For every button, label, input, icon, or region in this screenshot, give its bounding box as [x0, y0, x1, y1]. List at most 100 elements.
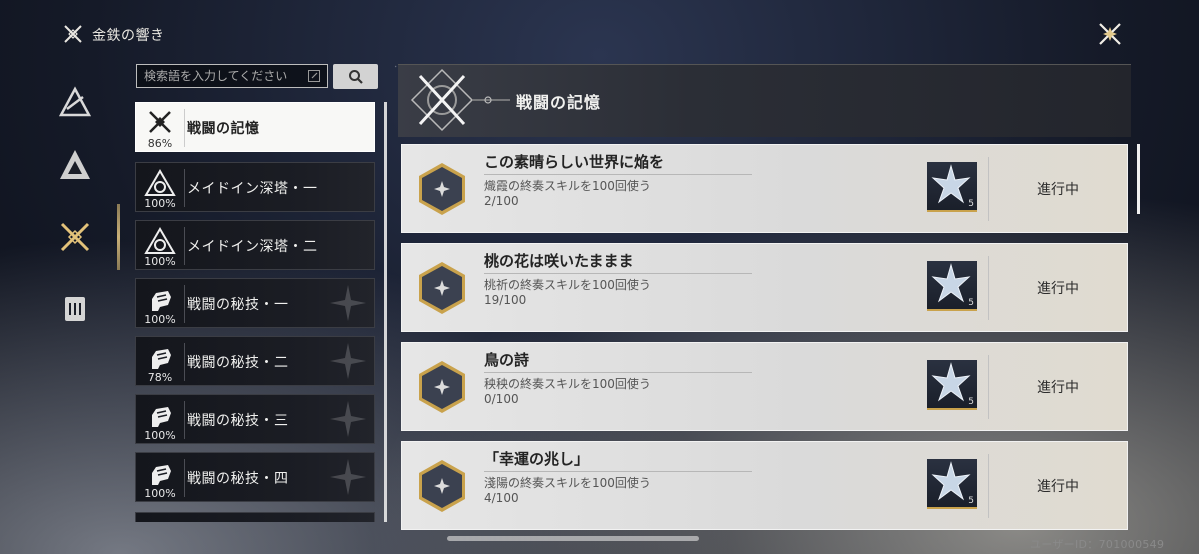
achievement-badge-icon [419, 361, 465, 413]
category-label: 戦闘の秘技・二 [187, 355, 289, 371]
triangle-blade-icon [58, 86, 92, 117]
category-item[interactable]: 100% 戦闘の秘技・一 [135, 278, 375, 328]
achievement-status: 進行中 [1037, 281, 1079, 297]
achievement-divider [484, 273, 752, 274]
reward-count: 5 [968, 397, 974, 407]
tower-emblem-icon [144, 169, 176, 196]
reward-count: 5 [968, 496, 974, 506]
achievement-divider [484, 471, 752, 472]
fist-icon [152, 291, 171, 311]
reward-item[interactable]: 5 [927, 162, 977, 212]
crossed-swords-icon [60, 222, 90, 252]
category-item-partial[interactable] [135, 512, 375, 522]
category-progress: 100% [144, 313, 176, 326]
achievement-title: 鳥の詩 [484, 351, 530, 369]
tower-emblem-icon [144, 227, 176, 254]
achievement-desc: 淺陽の終奏スキルを100回使う [484, 476, 651, 490]
category-label: 戦闘の記憶 [187, 121, 260, 137]
achievement-desc: 秧秧の終奏スキルを100回使う [484, 377, 651, 391]
achievement-scrollbar[interactable] [1137, 144, 1140, 214]
reward-item[interactable]: 5 [927, 261, 977, 311]
fist-icon [152, 407, 171, 427]
reward-item[interactable]: 5 [927, 459, 977, 509]
achievement-progress: 19/100 [484, 293, 527, 307]
user-id: ユーザーID：701000549 [1030, 538, 1165, 551]
achievement-progress: 2/100 [484, 194, 519, 208]
nav-item-4[interactable] [52, 286, 98, 332]
search-button[interactable] [333, 64, 378, 89]
category-divider [184, 169, 185, 207]
achievement-card[interactable]: 桃の花は咲いたままま 桃祈の終奏スキルを100回使う 19/100 5 進行中 [401, 243, 1128, 332]
category-divider [184, 109, 185, 147]
category-item[interactable]: 86% 戦闘の記憶 [135, 102, 375, 152]
achievement-title: この素晴らしい世界に焔を [484, 153, 665, 171]
compass-deco-icon [330, 285, 366, 321]
category-divider [184, 227, 185, 265]
category-list: 86% 戦闘の記憶 100% メイドイン深塔・一 100% メイドイン深塔・二 … [135, 102, 377, 522]
category-progress: 100% [144, 197, 176, 210]
category-item[interactable]: 100% 戦闘の秘技・四 [135, 452, 375, 502]
crossed-swords-icon [149, 111, 171, 133]
category-divider [184, 459, 185, 497]
nav-item-3-active[interactable] [52, 214, 98, 260]
category-divider [184, 401, 185, 439]
category-item[interactable]: 100% 戦闘の秘技・三 [135, 394, 375, 444]
nav-active-indicator [117, 204, 120, 270]
achievement-card[interactable]: この素晴らしい世界に焔を 熾霞の終奏スキルを100回使う 2/100 5 進行中 [401, 144, 1128, 233]
reward-count: 5 [968, 298, 974, 308]
fist-icon [152, 465, 171, 485]
category-progress: 100% [144, 487, 176, 500]
book-icon [65, 297, 85, 321]
search-icon [348, 69, 363, 84]
section-title: 戦闘の記憶 [516, 93, 602, 112]
search-box [136, 64, 328, 88]
crossed-swords-emblem-icon [410, 68, 510, 132]
nav-item-2[interactable] [52, 142, 98, 188]
category-progress: 86% [147, 137, 173, 150]
compass-deco-icon [330, 401, 366, 437]
category-label: メイドイン深塔・二 [187, 239, 318, 255]
mountain-icon [60, 150, 90, 179]
fist-icon [152, 349, 171, 369]
achievement-title: 桃の花は咲いたままま [484, 252, 634, 270]
compass-deco-icon [330, 459, 366, 495]
close-icon [1099, 23, 1121, 45]
achievement-badge-icon [419, 460, 465, 512]
achievement-card[interactable]: 鳥の詩 秧秧の終奏スキルを100回使う 0/100 5 進行中 [401, 342, 1128, 431]
category-progress: 100% [144, 255, 176, 268]
category-label: 戦闘の秘技・一 [187, 297, 289, 313]
achievement-progress: 4/100 [484, 491, 519, 505]
compass-deco-icon [330, 343, 366, 379]
category-label: メイドイン深塔・一 [187, 181, 318, 197]
achievement-desc: 桃祈の終奏スキルを100回使う [484, 278, 651, 292]
achievement-divider [484, 174, 752, 175]
close-button[interactable] [1094, 18, 1126, 50]
achievement-progress: 0/100 [484, 392, 519, 406]
achievement-status: 進行中 [1037, 182, 1079, 198]
category-label: 戦闘の秘技・三 [187, 413, 289, 429]
achievement-status: 進行中 [1037, 380, 1079, 396]
category-item[interactable]: 100% メイドイン深塔・二 [135, 220, 375, 270]
reward-item[interactable]: 5 [927, 360, 977, 410]
category-label: 戦闘の秘技・四 [187, 471, 289, 487]
category-progress: 100% [144, 429, 176, 442]
home-indicator[interactable] [447, 536, 699, 541]
category-item[interactable]: 100% メイドイン深塔・一 [135, 162, 375, 212]
category-divider [184, 285, 185, 323]
nav-item-1[interactable] [52, 80, 98, 126]
edit-icon [308, 70, 320, 82]
search-input[interactable] [137, 68, 307, 84]
achievement-card[interactable]: 「幸運の兆し」 淺陽の終奏スキルを100回使う 4/100 5 進行中 [401, 441, 1128, 530]
category-scrollbar[interactable] [384, 102, 387, 522]
achievement-status: 進行中 [1037, 479, 1079, 495]
achievement-desc: 熾霞の終奏スキルを100回使う [484, 179, 651, 193]
achievement-divider [484, 372, 752, 373]
achievement-badge-icon [419, 163, 465, 215]
category-progress: 78% [147, 371, 173, 384]
achievement-badge-icon [419, 262, 465, 314]
category-item[interactable]: 78% 戦闘の秘技・二 [135, 336, 375, 386]
crossed-swords-logo-icon [64, 25, 82, 43]
category-divider [184, 343, 185, 381]
app-title: 金鉄の響き [92, 28, 165, 44]
reward-count: 5 [968, 199, 974, 209]
